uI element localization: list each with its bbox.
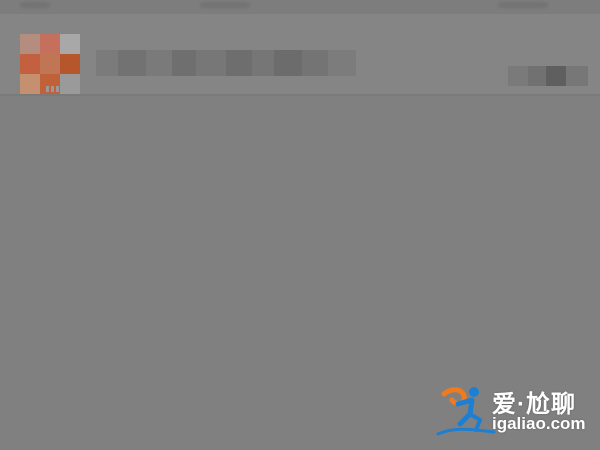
chat-meta-blurred <box>508 66 588 86</box>
avatar-pixel <box>40 34 60 54</box>
avatar-pixel <box>20 54 40 74</box>
avatar-pixel <box>40 54 60 74</box>
avatar-pixel <box>60 54 80 74</box>
row-divider <box>0 94 600 96</box>
avatar-pixel <box>20 34 40 54</box>
status-time-blur <box>20 2 50 8</box>
logo-runner-leg <box>468 412 482 432</box>
logo-runner-head <box>469 387 479 397</box>
site-watermark: 爱·尬聊 igaliao.com <box>436 380 596 442</box>
avatar[interactable] <box>20 34 80 94</box>
avatar-pixel <box>60 34 80 54</box>
watermark-url: igaliao.com <box>492 414 586 433</box>
chat-title-blurred <box>96 50 356 76</box>
status-bar <box>0 0 600 14</box>
chat-list-item[interactable] <box>0 14 600 96</box>
runner-logo-icon <box>436 387 496 436</box>
badge-blurred <box>46 86 60 94</box>
status-battery-blur <box>498 2 548 8</box>
logo-runner-body <box>455 397 475 427</box>
avatar-pixel <box>60 74 80 94</box>
avatar-pixel <box>20 74 40 94</box>
status-signal-blur <box>200 2 250 8</box>
logo-ground-swoosh <box>436 427 496 436</box>
